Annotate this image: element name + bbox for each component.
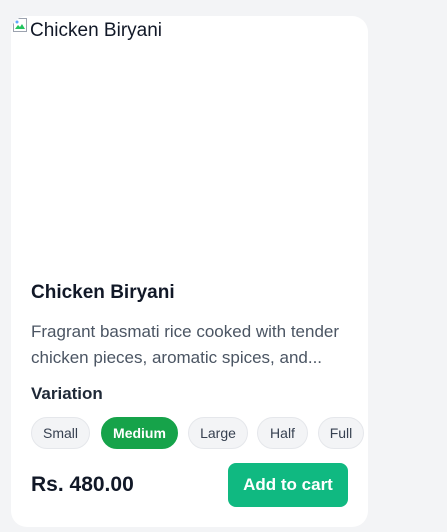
variation-option-half[interactable]: Half: [257, 417, 308, 449]
variation-label: Variation: [31, 384, 103, 403]
product-description: Fragrant basmati rice cooked with tender…: [31, 322, 340, 367]
add-to-cart-button[interactable]: Add to cart: [228, 463, 348, 507]
product-image: Chicken Biryani: [11, 16, 368, 272]
variation-option-medium[interactable]: Medium: [101, 417, 178, 449]
broken-image-icon: [13, 18, 27, 32]
product-card: Chicken Biryani Chicken Biryani Fragrant…: [11, 16, 368, 527]
image-alt-text: Chicken Biryani: [30, 20, 162, 41]
variation-option-small[interactable]: Small: [31, 417, 90, 449]
product-price: Rs. 480.00: [31, 473, 134, 496]
variation-option-full[interactable]: Full: [318, 417, 364, 449]
variation-option-large[interactable]: Large: [188, 417, 248, 449]
product-name: Chicken Biryani: [31, 282, 175, 303]
